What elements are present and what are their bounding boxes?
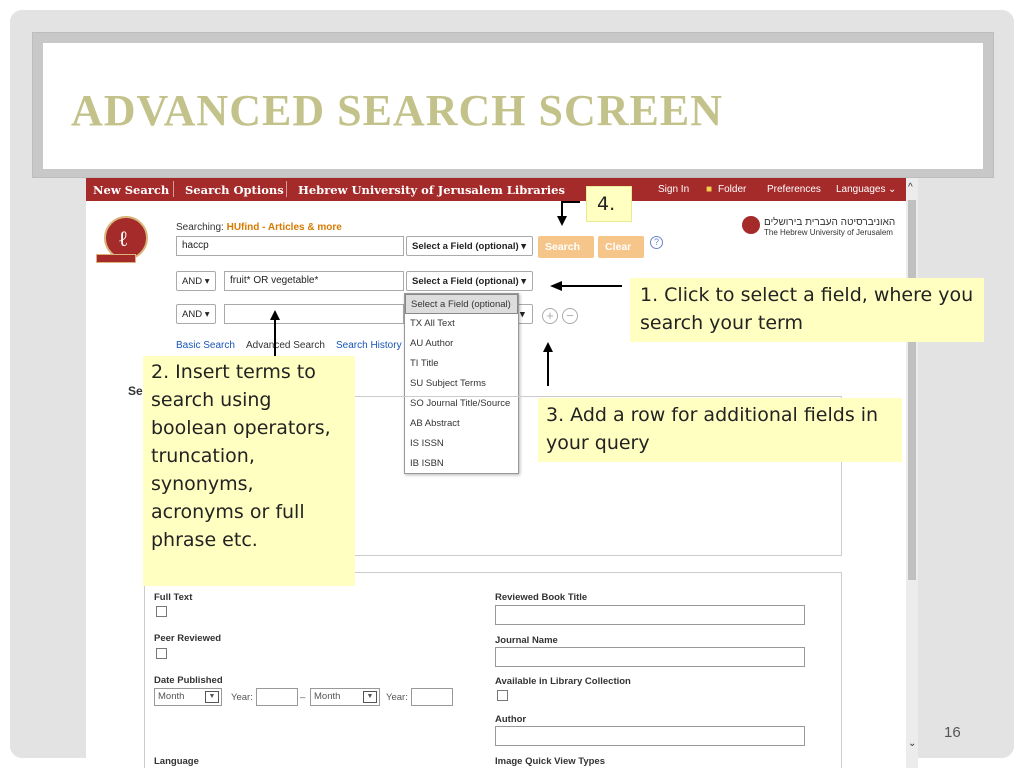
arrowhead <box>550 281 562 291</box>
callout-add-row: 3. Add a row for additional fields in yo… <box>538 398 902 462</box>
page-number: 16 <box>944 724 961 741</box>
slide: ADVANCED SEARCH SCREEN New Search Search… <box>0 0 1024 768</box>
arrowhead <box>543 342 553 352</box>
arrowhead <box>557 216 567 226</box>
callout-search-step: 4. <box>586 186 632 222</box>
callout-select-field: 1. Click to select a field, where you se… <box>630 278 984 342</box>
callout-insert-terms: 2. Insert terms to search using boolean … <box>143 356 355 586</box>
arrowhead <box>270 310 280 320</box>
